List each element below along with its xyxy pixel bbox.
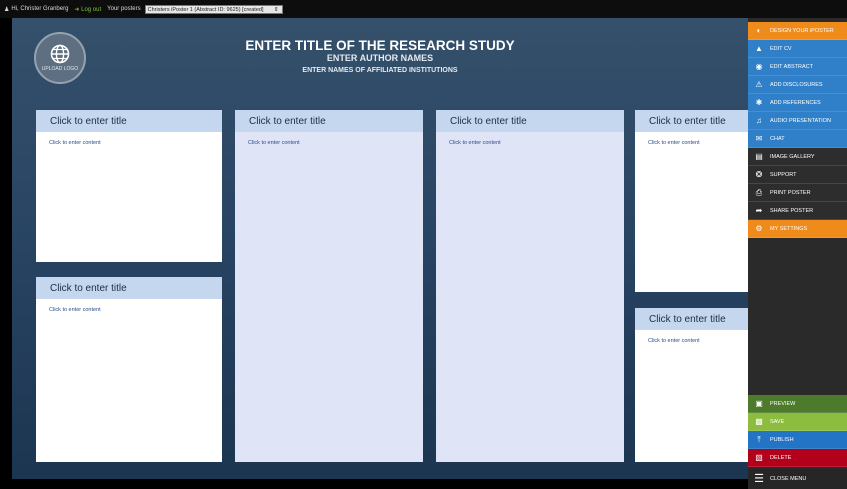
content-panel-6[interactable]: Click to enter title Click to enter cont… bbox=[635, 308, 748, 462]
floppy-icon: ▩ bbox=[755, 416, 763, 426]
menu-label[interactable]: AUDIO PRESENTATION bbox=[770, 118, 831, 124]
audio-file-icon: ♫ bbox=[756, 115, 762, 125]
menu-edit-cv[interactable]: ▲ EDIT CV bbox=[748, 40, 847, 58]
preview-button[interactable]: ▣ PREVIEW bbox=[748, 395, 847, 413]
top-bar: ♟ Hi, Christer Granberg ➜ Log out Your p… bbox=[0, 0, 847, 18]
delete-button[interactable]: ▧ DELETE bbox=[748, 449, 847, 467]
menu-label[interactable]: PREVIEW bbox=[770, 401, 795, 407]
menu-label[interactable]: SAVE bbox=[770, 419, 784, 425]
menu-print-poster[interactable]: ⎙ PRINT POSTER bbox=[748, 184, 847, 202]
poster-canvas: UPLOAD LOGO ENTER TITLE OF THE RESEARCH … bbox=[12, 18, 748, 479]
warning-icon: ⚠ bbox=[755, 79, 763, 89]
asterisk-icon: ✱ bbox=[755, 97, 763, 107]
panel-content[interactable]: Click to enter content bbox=[635, 330, 748, 344]
panel-title[interactable]: Click to enter title bbox=[235, 110, 423, 132]
panel-content[interactable]: Click to enter content bbox=[235, 132, 423, 146]
menu-design-poster[interactable]: ◐ DESIGN YOUR iPOSTER bbox=[748, 22, 847, 40]
author-names[interactable]: ENTER AUTHOR NAMES bbox=[12, 53, 748, 63]
publish-button[interactable]: ⤒ PUBLISH bbox=[748, 431, 847, 449]
menu-add-disclosures[interactable]: ⚠ ADD DISCLOSURES bbox=[748, 76, 847, 94]
menu-label[interactable]: PRINT POSTER bbox=[770, 190, 811, 196]
panel-content[interactable]: Click to enter content bbox=[36, 132, 222, 146]
poster-select[interactable]: Christers iPoster 1 (Abstract ID: 9625) … bbox=[144, 4, 283, 14]
menu-label[interactable]: IMAGE GALLERY bbox=[770, 154, 815, 160]
menu-share-poster[interactable]: ➦ SHARE POSTER bbox=[748, 202, 847, 220]
panel-title[interactable]: Click to enter title bbox=[36, 110, 222, 132]
content-panel-4[interactable]: Click to enter title Click to enter cont… bbox=[436, 110, 624, 462]
trash-icon: ▧ bbox=[755, 452, 763, 462]
content-panel-1[interactable]: Click to enter title Click to enter cont… bbox=[36, 110, 222, 262]
menu-audio-presentation[interactable]: ♫ AUDIO PRESENTATION bbox=[748, 112, 847, 130]
content-panel-3[interactable]: Click to enter title Click to enter cont… bbox=[235, 110, 423, 462]
poster-select-value[interactable]: Christers iPoster 1 (Abstract ID: 9625) … bbox=[148, 7, 264, 13]
menu-my-settings[interactable]: ⚙ MY SETTINGS bbox=[748, 220, 847, 238]
menu-support[interactable]: ❂ SUPPORT bbox=[748, 166, 847, 184]
graduation-cap-icon: ▲ bbox=[755, 43, 763, 53]
institution-names[interactable]: ENTER NAMES OF AFFILIATED INSTITUTIONS bbox=[12, 67, 748, 74]
menu-edit-abstract[interactable]: ◉ EDIT ABSTRACT bbox=[748, 58, 847, 76]
save-button[interactable]: ▩ SAVE bbox=[748, 413, 847, 431]
menu-label[interactable]: ADD DISCLOSURES bbox=[770, 82, 823, 88]
design-icon: ◐ bbox=[756, 25, 762, 35]
content-panel-2[interactable]: Click to enter title Click to enter cont… bbox=[36, 277, 222, 462]
menu-label[interactable]: EDIT CV bbox=[770, 46, 792, 52]
panel-content[interactable]: Click to enter content bbox=[635, 132, 748, 146]
panel-content[interactable]: Click to enter content bbox=[436, 132, 624, 146]
greeting-text: Hi, Christer Granberg bbox=[11, 6, 69, 12]
menu-label[interactable]: CHAT bbox=[770, 136, 785, 142]
image-icon: ▤ bbox=[755, 151, 763, 161]
upload-icon: ⤒ bbox=[757, 434, 761, 444]
eye-icon: ◉ bbox=[755, 61, 763, 71]
menu-label[interactable]: PUBLISH bbox=[770, 437, 794, 443]
logout-label[interactable]: Log out bbox=[81, 7, 101, 13]
menu-label[interactable]: CLOSE MENU bbox=[770, 476, 806, 482]
menu-label[interactable]: DESIGN YOUR iPOSTER bbox=[770, 28, 834, 34]
user-icon: ♟ bbox=[4, 6, 10, 13]
share-icon: ➦ bbox=[755, 205, 763, 215]
menu-label[interactable]: MY SETTINGS bbox=[770, 226, 807, 232]
menu-label[interactable]: SHARE POSTER bbox=[770, 208, 813, 214]
menu-add-references[interactable]: ✱ ADD REFERENCES bbox=[748, 94, 847, 112]
content-panel-5[interactable]: Click to enter title Click to enter cont… bbox=[635, 110, 748, 292]
panel-content[interactable]: Click to enter content bbox=[36, 299, 222, 313]
gear-icon: ⚙ bbox=[755, 223, 763, 233]
menu-image-gallery[interactable]: ▤ IMAGE GALLERY bbox=[748, 148, 847, 166]
lifebuoy-icon: ❂ bbox=[755, 169, 763, 179]
hamburger-icon: ☰ bbox=[754, 472, 764, 485]
panel-title[interactable]: Click to enter title bbox=[36, 277, 222, 299]
printer-icon: ⎙ bbox=[755, 187, 763, 197]
posters-label: Your posters bbox=[107, 6, 141, 12]
menu-label[interactable]: DELETE bbox=[770, 455, 791, 461]
poster-title[interactable]: ENTER TITLE OF THE RESEARCH STUDY bbox=[12, 38, 748, 53]
menu-label[interactable]: SUPPORT bbox=[770, 172, 797, 178]
panel-title[interactable]: Click to enter title bbox=[635, 308, 748, 330]
panel-title[interactable]: Click to enter title bbox=[436, 110, 624, 132]
panel-title[interactable]: Click to enter title bbox=[635, 110, 748, 132]
monitor-icon: ▣ bbox=[755, 398, 763, 408]
menu-label[interactable]: ADD REFERENCES bbox=[770, 100, 821, 106]
chat-icon: ✉ bbox=[755, 133, 763, 143]
menu-chat[interactable]: ✉ CHAT bbox=[748, 130, 847, 148]
poster-header: UPLOAD LOGO ENTER TITLE OF THE RESEARCH … bbox=[12, 18, 748, 96]
close-menu-button[interactable]: ☰ CLOSE MENU bbox=[748, 469, 847, 489]
menu-label[interactable]: EDIT ABSTRACT bbox=[770, 64, 813, 70]
logout-link[interactable]: ➜ Log out bbox=[74, 6, 101, 13]
side-menu: ◐ DESIGN YOUR iPOSTER ▲ EDIT CV ◉ EDIT A… bbox=[748, 18, 847, 489]
chevron-down-icon: ⇕ bbox=[274, 6, 279, 13]
